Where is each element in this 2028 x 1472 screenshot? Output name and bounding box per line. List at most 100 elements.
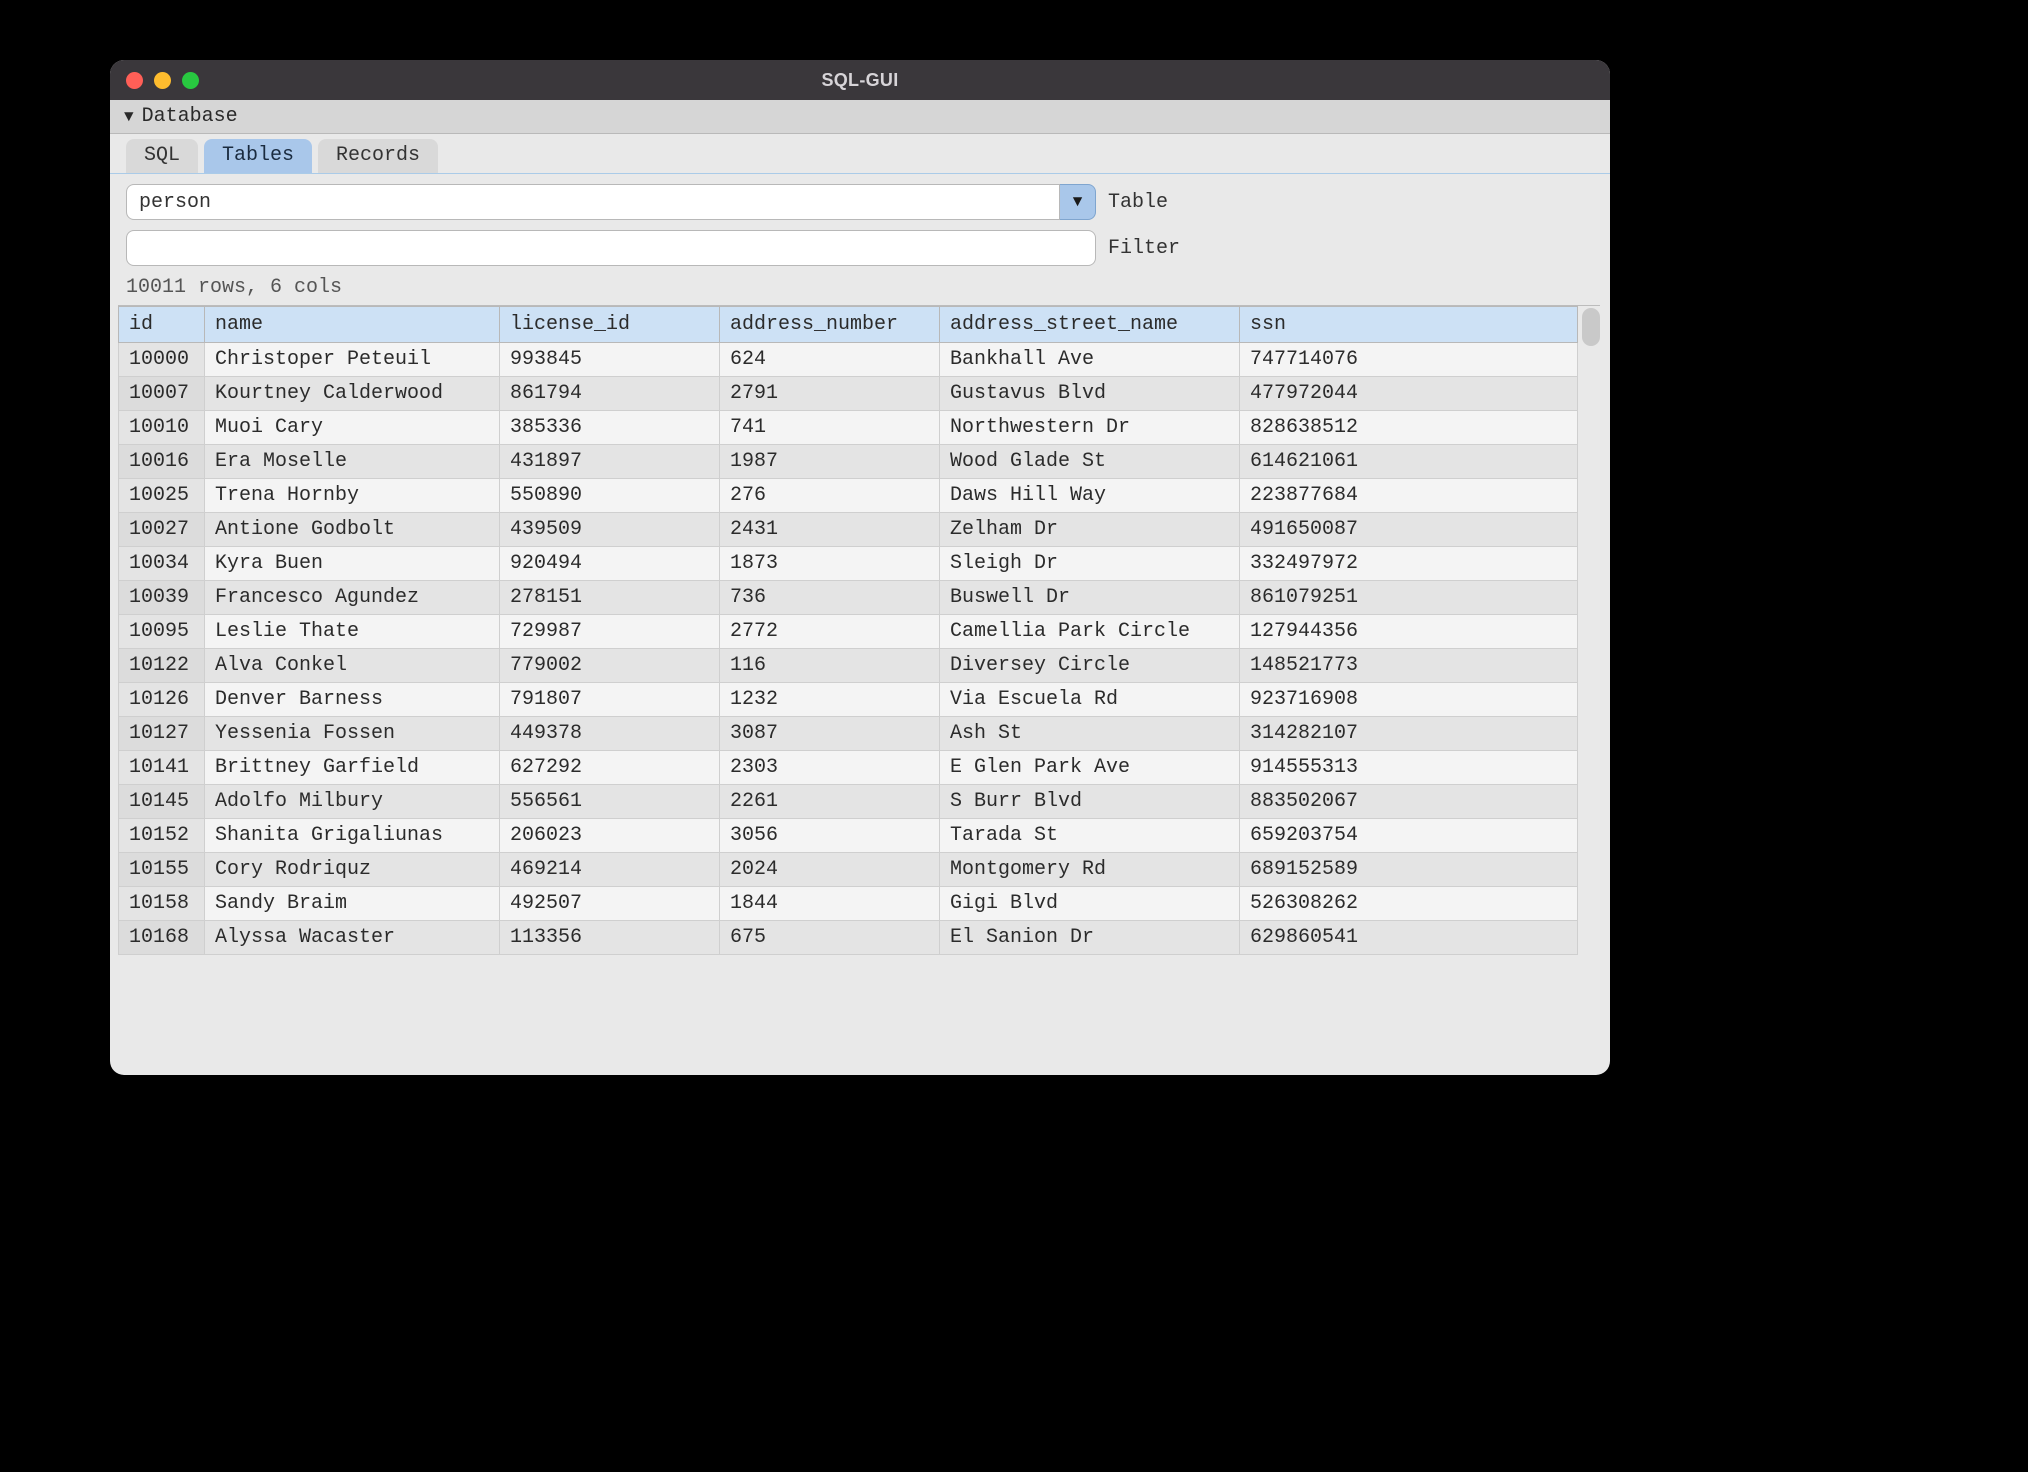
cell-address_number[interactable]: 1873 [720, 547, 940, 581]
cell-address_number[interactable]: 741 [720, 411, 940, 445]
cell-id[interactable]: 10168 [119, 921, 205, 955]
table-row[interactable]: 10027Antione Godbolt4395092431Zelham Dr4… [119, 513, 1578, 547]
cell-ssn[interactable]: 614621061 [1240, 445, 1578, 479]
tab-records[interactable]: Records [318, 139, 438, 173]
cell-address_street_name[interactable]: Gustavus Blvd [940, 377, 1240, 411]
cell-license_id[interactable]: 861794 [500, 377, 720, 411]
close-icon[interactable] [126, 72, 143, 89]
cell-name[interactable]: Adolfo Milbury [205, 785, 500, 819]
table-row[interactable]: 10141Brittney Garfield6272922303E Glen P… [119, 751, 1578, 785]
table-row[interactable]: 10007Kourtney Calderwood8617942791Gustav… [119, 377, 1578, 411]
cell-address_number[interactable]: 276 [720, 479, 940, 513]
table-row[interactable]: 10010Muoi Cary385336741Northwestern Dr82… [119, 411, 1578, 445]
cell-ssn[interactable]: 332497972 [1240, 547, 1578, 581]
cell-license_id[interactable]: 791807 [500, 683, 720, 717]
table-row[interactable]: 10034Kyra Buen9204941873Sleigh Dr3324979… [119, 547, 1578, 581]
table-select[interactable]: ▼ [126, 184, 1096, 220]
cell-ssn[interactable]: 526308262 [1240, 887, 1578, 921]
cell-name[interactable]: Francesco Agundez [205, 581, 500, 615]
cell-address_street_name[interactable]: El Sanion Dr [940, 921, 1240, 955]
cell-address_number[interactable]: 675 [720, 921, 940, 955]
cell-ssn[interactable]: 861079251 [1240, 581, 1578, 615]
cell-address_number[interactable]: 116 [720, 649, 940, 683]
cell-address_street_name[interactable]: Daws Hill Way [940, 479, 1240, 513]
cell-name[interactable]: Leslie Thate [205, 615, 500, 649]
col-address-number[interactable]: address_number [720, 307, 940, 343]
col-name[interactable]: name [205, 307, 500, 343]
cell-name[interactable]: Sandy Braim [205, 887, 500, 921]
cell-address_street_name[interactable]: Via Escuela Rd [940, 683, 1240, 717]
disclosure-triangle-icon[interactable]: ▼ [124, 109, 134, 125]
cell-license_id[interactable]: 449378 [500, 717, 720, 751]
cell-id[interactable]: 10025 [119, 479, 205, 513]
cell-ssn[interactable]: 659203754 [1240, 819, 1578, 853]
cell-address_street_name[interactable]: Wood Glade St [940, 445, 1240, 479]
col-ssn[interactable]: ssn [1240, 307, 1578, 343]
cell-ssn[interactable]: 148521773 [1240, 649, 1578, 683]
cell-name[interactable]: Cory Rodriquz [205, 853, 500, 887]
cell-ssn[interactable]: 923716908 [1240, 683, 1578, 717]
cell-address_number[interactable]: 2791 [720, 377, 940, 411]
cell-address_street_name[interactable]: Montgomery Rd [940, 853, 1240, 887]
cell-name[interactable]: Antione Godbolt [205, 513, 500, 547]
table-row[interactable]: 10122Alva Conkel779002116Diversey Circle… [119, 649, 1578, 683]
cell-name[interactable]: Alyssa Wacaster [205, 921, 500, 955]
cell-name[interactable]: Kourtney Calderwood [205, 377, 500, 411]
cell-address_number[interactable]: 2261 [720, 785, 940, 819]
cell-name[interactable]: Yessenia Fossen [205, 717, 500, 751]
cell-address_street_name[interactable]: Tarada St [940, 819, 1240, 853]
table-row[interactable]: 10095Leslie Thate7299872772Camellia Park… [119, 615, 1578, 649]
minimize-icon[interactable] [154, 72, 171, 89]
cell-license_id[interactable]: 278151 [500, 581, 720, 615]
cell-ssn[interactable]: 914555313 [1240, 751, 1578, 785]
cell-ssn[interactable]: 747714076 [1240, 343, 1578, 377]
cell-address_street_name[interactable]: Gigi Blvd [940, 887, 1240, 921]
cell-license_id[interactable]: 993845 [500, 343, 720, 377]
cell-address_street_name[interactable]: Bankhall Ave [940, 343, 1240, 377]
cell-license_id[interactable]: 206023 [500, 819, 720, 853]
cell-address_number[interactable]: 1844 [720, 887, 940, 921]
cell-address_street_name[interactable]: Camellia Park Circle [940, 615, 1240, 649]
table-row[interactable]: 10155Cory Rodriquz4692142024Montgomery R… [119, 853, 1578, 887]
table-row[interactable]: 10126Denver Barness7918071232Via Escuela… [119, 683, 1578, 717]
cell-address_number[interactable]: 2772 [720, 615, 940, 649]
col-license-id[interactable]: license_id [500, 307, 720, 343]
table-row[interactable]: 10000Christoper Peteuil993845624Bankhall… [119, 343, 1578, 377]
cell-license_id[interactable]: 779002 [500, 649, 720, 683]
col-id[interactable]: id [119, 307, 205, 343]
cell-address_street_name[interactable]: Northwestern Dr [940, 411, 1240, 445]
cell-address_street_name[interactable]: Zelham Dr [940, 513, 1240, 547]
cell-license_id[interactable]: 729987 [500, 615, 720, 649]
cell-id[interactable]: 10000 [119, 343, 205, 377]
cell-name[interactable]: Alva Conkel [205, 649, 500, 683]
cell-address_street_name[interactable]: Sleigh Dr [940, 547, 1240, 581]
cell-name[interactable]: Brittney Garfield [205, 751, 500, 785]
cell-id[interactable]: 10010 [119, 411, 205, 445]
cell-address_street_name[interactable]: Ash St [940, 717, 1240, 751]
cell-ssn[interactable]: 689152589 [1240, 853, 1578, 887]
cell-license_id[interactable]: 556561 [500, 785, 720, 819]
cell-license_id[interactable]: 113356 [500, 921, 720, 955]
cell-name[interactable]: Kyra Buen [205, 547, 500, 581]
table-row[interactable]: 10152Shanita Grigaliunas2060233056Tarada… [119, 819, 1578, 853]
cell-ssn[interactable]: 491650087 [1240, 513, 1578, 547]
cell-id[interactable]: 10145 [119, 785, 205, 819]
cell-id[interactable]: 10122 [119, 649, 205, 683]
database-header[interactable]: ▼ Database [110, 100, 1610, 134]
cell-name[interactable]: Trena Hornby [205, 479, 500, 513]
cell-license_id[interactable]: 431897 [500, 445, 720, 479]
cell-ssn[interactable]: 223877684 [1240, 479, 1578, 513]
cell-address_street_name[interactable]: S Burr Blvd [940, 785, 1240, 819]
cell-address_number[interactable]: 1232 [720, 683, 940, 717]
cell-address_number[interactable]: 2431 [720, 513, 940, 547]
cell-address_street_name[interactable]: E Glen Park Ave [940, 751, 1240, 785]
cell-license_id[interactable]: 920494 [500, 547, 720, 581]
cell-license_id[interactable]: 627292 [500, 751, 720, 785]
cell-ssn[interactable]: 629860541 [1240, 921, 1578, 955]
filter-input[interactable] [126, 230, 1096, 266]
cell-address_number[interactable]: 736 [720, 581, 940, 615]
cell-ssn[interactable]: 828638512 [1240, 411, 1578, 445]
cell-id[interactable]: 10016 [119, 445, 205, 479]
cell-id[interactable]: 10141 [119, 751, 205, 785]
table-row[interactable]: 10127Yessenia Fossen4493783087Ash St3142… [119, 717, 1578, 751]
